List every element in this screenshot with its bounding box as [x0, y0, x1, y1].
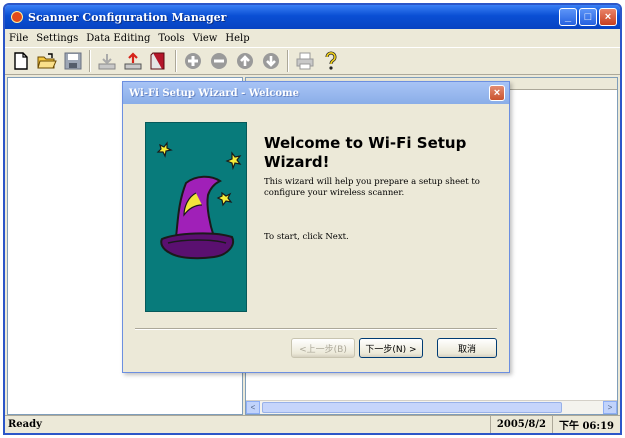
move-down-button[interactable] [259, 49, 283, 73]
save-button[interactable] [61, 49, 85, 73]
open-button[interactable] [35, 49, 59, 73]
menu-view[interactable]: View [193, 33, 218, 44]
status-bar: Ready 2005/8/2 下午 06:19 [5, 415, 620, 433]
dialog-start-text: To start, click Next. [264, 232, 349, 242]
book-button[interactable] [147, 49, 171, 73]
back-button[interactable]: <上一步(B) [291, 338, 355, 358]
scroll-left-button[interactable]: < [246, 401, 260, 414]
new-file-button[interactable] [9, 49, 33, 73]
remove-button[interactable] [207, 49, 231, 73]
status-date: 2005/8/2 [489, 416, 552, 433]
maximize-button[interactable]: □ [579, 8, 597, 26]
horizontal-scrollbar[interactable]: < > [246, 400, 617, 414]
cancel-button[interactable]: 取消 [437, 338, 497, 358]
scroll-right-button[interactable]: > [603, 401, 617, 414]
wizard-illustration [145, 122, 247, 312]
toolbar [5, 47, 620, 75]
print-icon [296, 52, 314, 70]
minimize-button[interactable]: _ [559, 8, 577, 26]
wizard-hat-image [156, 141, 242, 260]
dialog-close-button[interactable]: × [489, 85, 505, 101]
status-time: 下午 06:19 [551, 416, 620, 433]
menu-data-editing[interactable]: Data Editing [86, 33, 150, 44]
print-button[interactable] [293, 49, 317, 73]
down-icon [263, 53, 279, 69]
menu-bar: File Settings Data Editing Tools View He… [5, 29, 620, 47]
move-up-button[interactable] [233, 49, 257, 73]
dialog-title-bar[interactable]: Wi-Fi Setup Wizard - Welcome × [123, 82, 509, 104]
remove-icon [211, 53, 227, 69]
download-icon [98, 54, 116, 70]
help-icon [325, 51, 337, 70]
wizard-dialog: Wi-Fi Setup Wizard - Welcome × Welcome t… [122, 81, 510, 373]
help-button[interactable] [319, 49, 343, 73]
dialog-divider [135, 328, 497, 330]
next-button[interactable]: 下一步(N) > [359, 338, 423, 358]
upload-icon [124, 52, 142, 70]
add-icon [185, 53, 201, 69]
toolbar-separator [89, 50, 91, 72]
scroll-thumb[interactable] [262, 402, 562, 413]
menu-settings[interactable]: Settings [36, 33, 78, 44]
up-icon [237, 53, 253, 69]
status-text: Ready [8, 419, 42, 430]
menu-help[interactable]: Help [225, 33, 249, 44]
add-button[interactable] [181, 49, 205, 73]
save-icon [64, 52, 82, 70]
dialog-title: Wi-Fi Setup Wizard - Welcome [129, 87, 299, 99]
close-button[interactable]: × [599, 8, 617, 26]
toolbar-separator [175, 50, 177, 72]
download-button[interactable] [95, 49, 119, 73]
caption-buttons: _ □ × [559, 8, 617, 26]
dialog-body-text: This wizard will help you prepare a setu… [264, 177, 480, 198]
toolbar-separator [287, 50, 289, 72]
upload-button[interactable] [121, 49, 145, 73]
new-file-icon [14, 52, 28, 70]
app-icon [11, 11, 23, 23]
window-title: Scanner Configuration Manager [28, 10, 227, 24]
title-bar[interactable]: Scanner Configuration Manager _ □ × [5, 5, 620, 29]
menu-tools[interactable]: Tools [158, 33, 184, 44]
open-folder-icon [37, 53, 57, 69]
dialog-heading: Welcome to Wi-Fi Setup Wizard! [264, 134, 467, 171]
book-icon [150, 52, 165, 70]
menu-file[interactable]: File [9, 33, 28, 44]
